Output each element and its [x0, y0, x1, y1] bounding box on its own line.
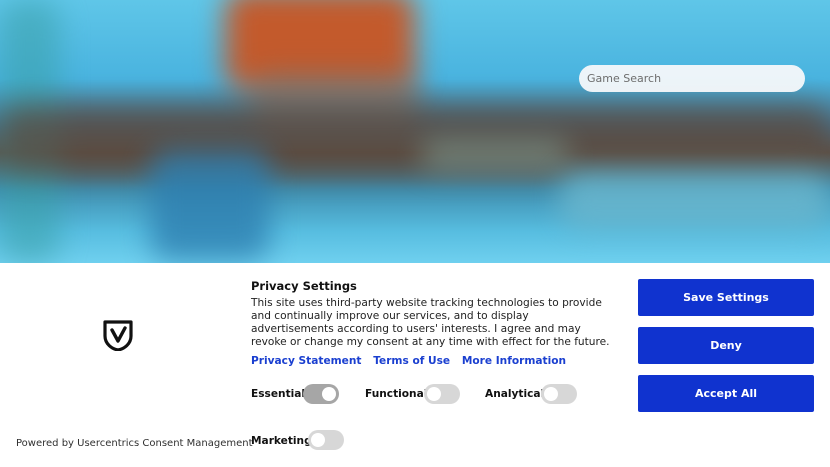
shield-check-icon — [103, 320, 133, 351]
terms-of-use-link[interactable]: Terms of Use — [373, 355, 450, 367]
save-settings-button[interactable]: Save Settings — [638, 279, 814, 316]
category-label-analytical: Analytical — [485, 388, 545, 400]
deny-button[interactable]: Deny — [638, 327, 814, 364]
essential-toggle[interactable] — [303, 384, 339, 404]
category-label-essential: Essential — [251, 388, 306, 400]
toggle-knob — [322, 387, 336, 401]
more-information-link[interactable]: More Information — [462, 355, 566, 367]
marketing-toggle[interactable] — [308, 430, 344, 450]
powered-by-text: Powered by Usercentrics Consent Manageme… — [16, 438, 253, 449]
toggle-knob — [311, 433, 325, 447]
category-label-functional: Functional — [365, 388, 428, 400]
policy-links: Privacy Statement Terms of Use More Info… — [251, 355, 574, 367]
game-search-input[interactable] — [579, 65, 805, 92]
game-background — [0, 0, 830, 263]
consent-description: This site uses third-party website track… — [251, 297, 610, 348]
toggle-knob — [544, 387, 558, 401]
accept-all-button[interactable]: Accept All — [638, 375, 814, 412]
functional-toggle[interactable] — [424, 384, 460, 404]
toggle-knob — [427, 387, 441, 401]
category-label-marketing: Marketing — [251, 435, 312, 447]
analytical-toggle[interactable] — [541, 384, 577, 404]
privacy-settings-title: Privacy Settings — [251, 279, 357, 293]
privacy-statement-link[interactable]: Privacy Statement — [251, 355, 361, 367]
